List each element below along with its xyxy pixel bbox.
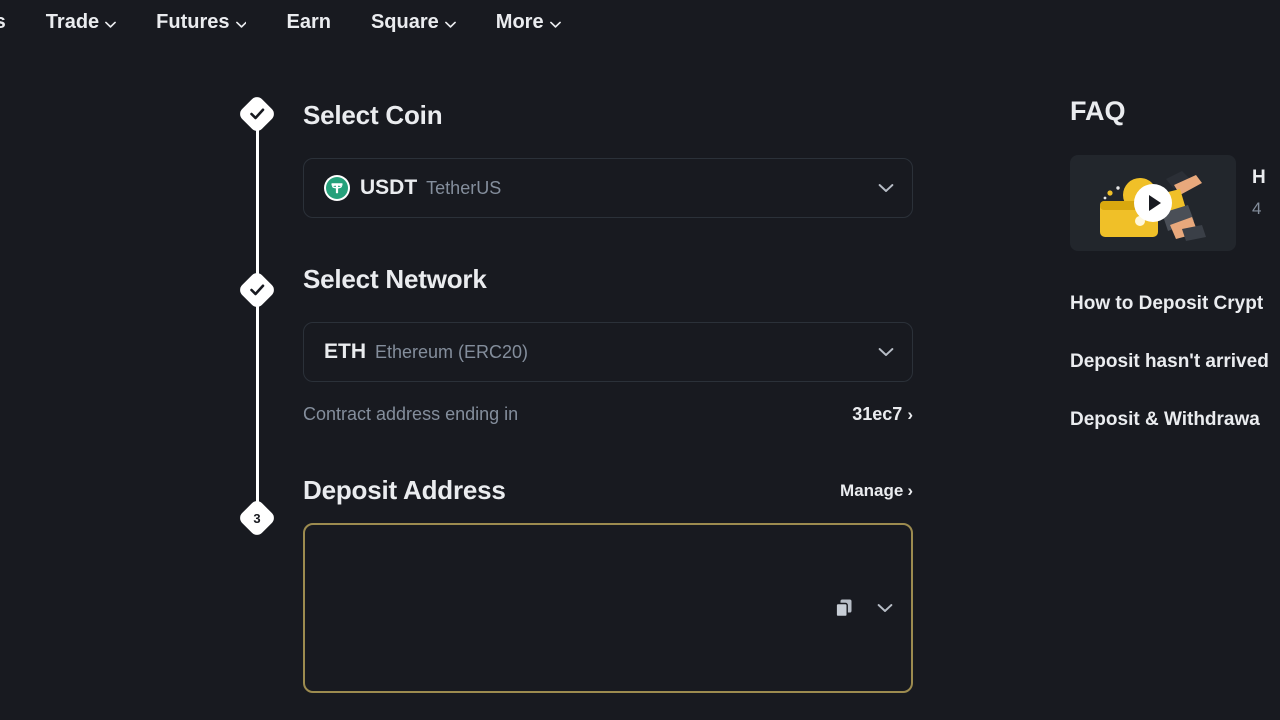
faq-link-0[interactable]: How to Deposit Crypt [1070,293,1280,315]
faq-panel: FAQ H 4 How to Deposit Crypt Deposit has… [1070,96,1280,467]
chevron-down-icon[interactable] [877,603,893,613]
stepper-rail [256,118,259,518]
video-meta: H 4 [1252,155,1266,251]
chevron-right-icon: › [907,405,913,424]
deposit-address-actions [833,525,893,691]
copy-icon[interactable] [833,597,855,619]
section-title-deposit-address: Deposit Address [303,475,506,505]
contract-address-value: 31ec7 [852,404,903,424]
coin-name: TetherUS [426,177,502,198]
chevron-down-icon[interactable] [878,183,894,193]
deposit-address-value-blurred [313,548,813,668]
deposit-page: ts Trade Futures Earn Square [0,0,1280,720]
faq-link-2[interactable]: Deposit & Withdrawa [1070,409,1280,431]
nav-item-trade[interactable]: Trade [45,10,117,34]
usdt-tether-icon [324,175,350,201]
step-number: 3 [253,510,261,526]
network-select[interactable]: ETH Ethereum (ERC20) [303,322,913,382]
section-title-select-coin: Select Coin [303,100,443,130]
nav-item-futures[interactable]: Futures [156,10,247,34]
video-title: H [1252,167,1266,188]
play-icon[interactable] [1134,184,1172,222]
contract-address-label: Contract address ending in [303,404,519,424]
chevron-down-icon[interactable] [878,347,894,357]
coin-select[interactable]: USDT TetherUS [303,158,913,218]
faq-video-item[interactable]: H 4 [1070,155,1280,251]
nav-item-label: Futures [156,10,230,33]
chevron-down-icon [235,21,247,28]
coin-symbol: USDT [360,176,418,199]
deposit-address-box[interactable] [303,523,913,693]
network-symbol: ETH [324,340,366,363]
deposit-form: Select Coin USDT TetherUS Select Network… [303,0,913,693]
step-marker-3: 3 [237,498,277,538]
check-icon [243,100,271,128]
check-icon [243,276,271,304]
video-duration: 4 [1252,199,1262,218]
contract-address-row: Contract address ending in 31ec7 › [303,404,913,425]
step-marker-1 [237,94,277,134]
faq-link-1[interactable]: Deposit hasn't arrived [1070,351,1280,373]
chevron-down-icon [105,21,117,28]
section-title-select-network: Select Network [303,264,487,294]
manage-addresses-link[interactable]: Manage › [840,481,913,501]
deposit-address-header: Deposit Address Manage › [303,475,913,506]
video-thumbnail[interactable] [1070,155,1236,251]
faq-title: FAQ [1070,96,1126,126]
faq-links: How to Deposit Crypt Deposit hasn't arri… [1070,293,1280,431]
nav-item-0[interactable]: ts [0,11,6,34]
network-name: Ethereum (ERC20) [375,341,529,362]
nav-item-label: Trade [45,10,100,33]
nav-item-label: ts [0,10,6,33]
manage-label: Manage [840,480,904,500]
step-marker-2 [237,270,277,310]
chevron-right-icon: › [907,481,913,500]
contract-address-link[interactable]: 31ec7 › [852,404,913,425]
